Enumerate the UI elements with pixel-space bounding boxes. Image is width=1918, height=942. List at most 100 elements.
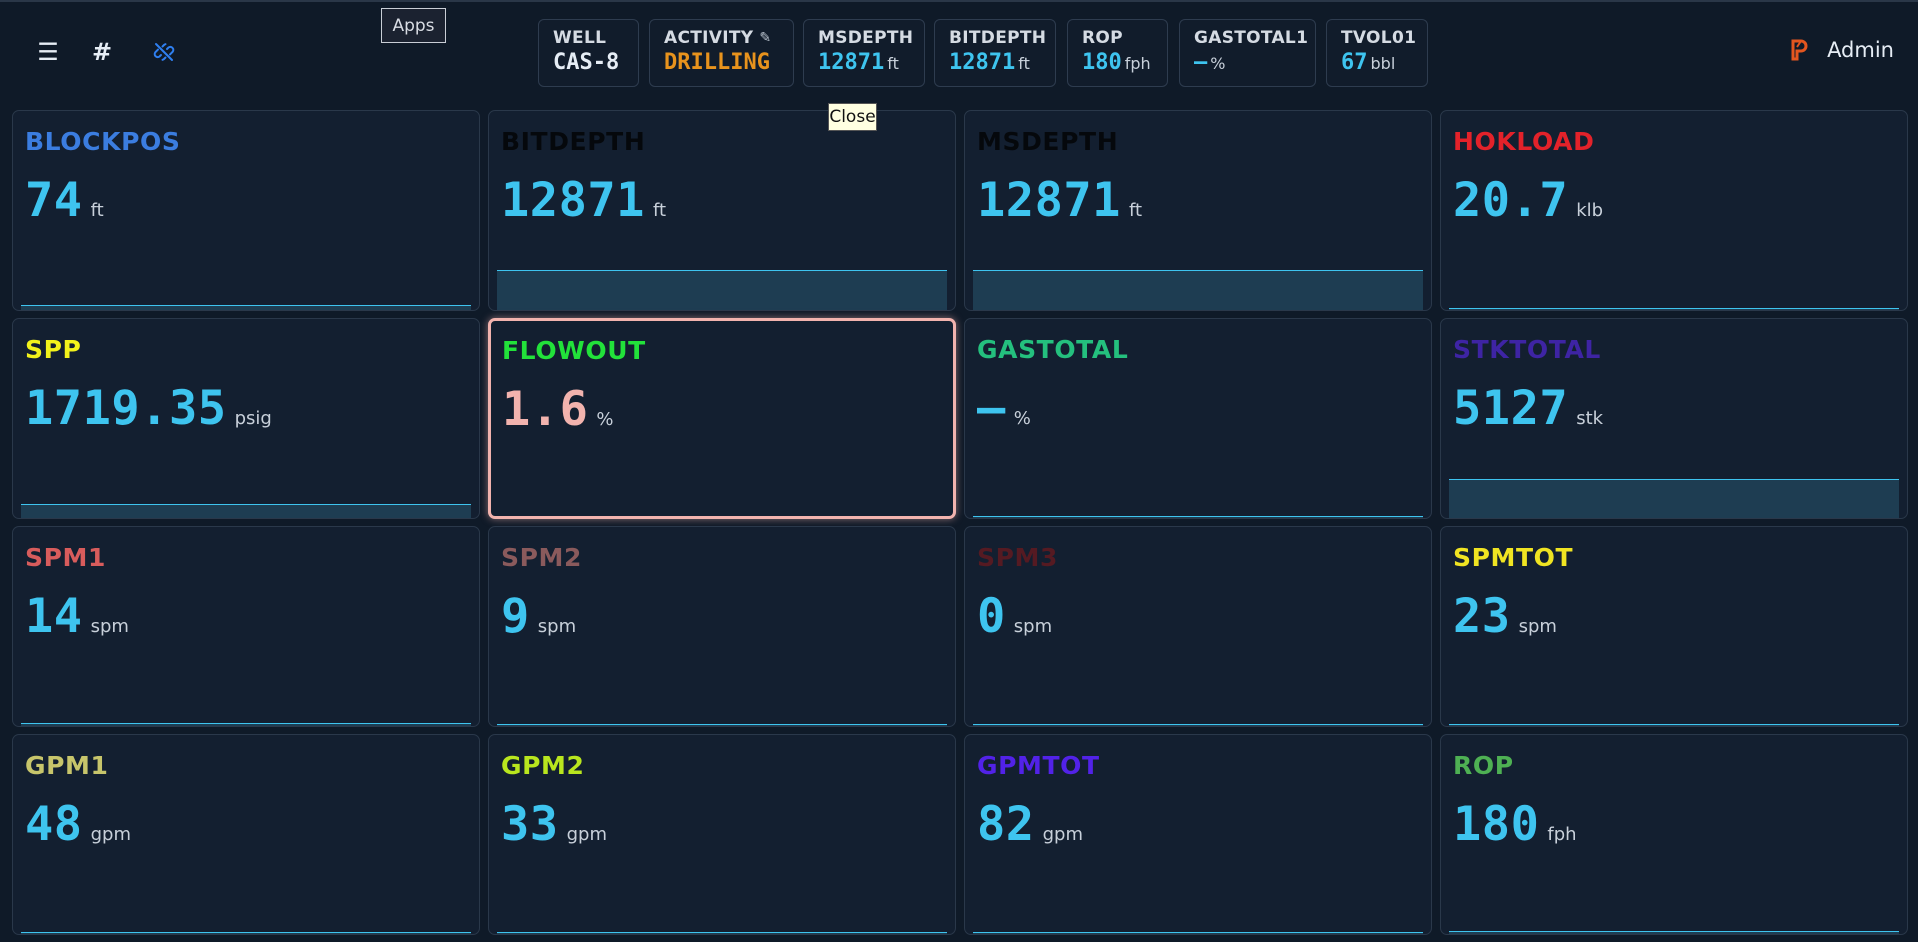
- tile-name: STKTOTAL: [1453, 335, 1601, 364]
- tile-reading: 82 gpm: [977, 797, 1083, 852]
- close-tooltip: Close: [828, 103, 877, 131]
- chip-gastotal1: GASTOTAL1–%: [1179, 19, 1316, 87]
- gauge-tile-gpmtot[interactable]: GPMTOT 82 gpm: [964, 734, 1432, 935]
- top-bar: ☰ # Apps WELL CAS-8 ACTIVITY ✎ DRILLING MSDEP…: [0, 0, 1918, 98]
- chip-value: 12871 ft: [818, 50, 924, 75]
- tile-trend-bar: [497, 932, 947, 934]
- chip-value-text: 12871: [949, 50, 1016, 75]
- tile-value: –: [977, 381, 1006, 436]
- tile-trend-bar: [21, 723, 471, 726]
- tile-value: 5127: [1453, 381, 1569, 436]
- tile-unit: spm: [90, 616, 129, 637]
- chip-tvol01: TVOL01 67 bbl: [1326, 19, 1428, 87]
- tile-unit: psig: [234, 408, 272, 429]
- chip-well: WELL CAS-8: [538, 19, 639, 87]
- tile-unit: %: [596, 409, 614, 430]
- chip-value-text: DRILLING: [664, 50, 770, 75]
- tile-name: MSDEPTH: [977, 127, 1119, 156]
- chip-unit: ft: [1018, 54, 1030, 73]
- pencil-icon[interactable]: ✎: [759, 30, 771, 46]
- gauge-grid: BLOCKPOS 74 ft BITDEPTH 12871 ft MSDEPTH 12871 f…: [12, 110, 1908, 936]
- gauge-tile-spp[interactable]: SPP 1719.35 psig: [12, 318, 480, 519]
- gauge-tile-spmtot[interactable]: SPMTOT 23 spm: [1440, 526, 1908, 727]
- tile-reading: 14 spm: [25, 589, 129, 644]
- tile-reading: 48 gpm: [25, 797, 131, 852]
- tile-trend-bar: [1449, 724, 1899, 726]
- chip-activity[interactable]: ACTIVITY ✎ DRILLING: [649, 19, 794, 87]
- tile-name: BITDEPTH: [501, 127, 646, 156]
- chip-unit: ft: [887, 54, 899, 73]
- tile-reading: 1719.35 psig: [25, 381, 272, 436]
- gauge-tile-spm1[interactable]: SPM1 14 spm: [12, 526, 480, 727]
- gauge-tile-spm3[interactable]: SPM3 0 spm: [964, 526, 1432, 727]
- chip-value: 180 fph: [1082, 50, 1167, 75]
- apps-tooltip: Apps: [381, 8, 446, 43]
- gauge-tile-rop[interactable]: ROP 180 fph: [1440, 734, 1908, 935]
- tile-trend-bar: [973, 932, 1423, 934]
- tile-trend-bar: [1449, 479, 1899, 518]
- tile-trend-bar: [973, 270, 1423, 310]
- tile-unit: gpm: [90, 824, 131, 845]
- tile-unit: fph: [1547, 824, 1577, 845]
- tile-name: GPMTOT: [977, 751, 1100, 780]
- gauge-tile-flowout[interactable]: FLOWOUT 1.6%: [488, 318, 956, 519]
- tile-value: 12871: [501, 173, 645, 228]
- tile-trend-bar: [1449, 931, 1899, 934]
- tile-unit: spm: [1013, 616, 1053, 637]
- chip-label: BITDEPTH: [949, 28, 1055, 48]
- tile-value: 23: [1453, 589, 1511, 644]
- tile-name: SPM2: [501, 543, 583, 572]
- chip-unit: %: [1210, 54, 1226, 73]
- tile-reading: 33 gpm: [501, 797, 607, 852]
- tile-name: FLOWOUT: [502, 336, 646, 365]
- tile-name: GPM2: [501, 751, 585, 780]
- chip-label: GASTOTAL1: [1194, 28, 1315, 48]
- chip-unit: fph: [1124, 54, 1151, 73]
- tile-unit: ft: [1128, 200, 1143, 221]
- chip-value: DRILLING: [664, 50, 793, 75]
- chip-label-text: BITDEPTH: [949, 28, 1047, 48]
- tile-value: 14: [25, 589, 83, 644]
- tile-value: 1.6: [502, 382, 589, 437]
- tile-value: 0: [977, 589, 1006, 644]
- chip-value: –%: [1194, 50, 1315, 75]
- chip-label-text: ROP: [1082, 28, 1123, 48]
- chip-label-text: WELL: [553, 28, 607, 48]
- tile-value: 1719.35: [25, 381, 227, 436]
- tile-name: GPM1: [25, 751, 109, 780]
- tile-value: 82: [977, 797, 1035, 852]
- tile-unit: %: [1013, 408, 1031, 429]
- menu-icon[interactable]: ☰: [34, 38, 62, 66]
- gauge-tile-hokload[interactable]: HOKLOAD 20.7 klb: [1440, 110, 1908, 311]
- tile-trend-bar: [1449, 308, 1899, 310]
- link-off-icon[interactable]: [150, 38, 178, 66]
- tile-reading: 180 fph: [1453, 797, 1577, 852]
- gauge-tile-spm2[interactable]: SPM2 9 spm: [488, 526, 956, 727]
- chip-rop: ROP 180 fph: [1067, 19, 1168, 87]
- tile-reading: –%: [977, 381, 1031, 436]
- gauge-tile-blockpos[interactable]: BLOCKPOS 74 ft: [12, 110, 480, 311]
- gauge-tile-gpm1[interactable]: GPM1 48 gpm: [12, 734, 480, 935]
- tile-unit: stk: [1576, 408, 1604, 429]
- chip-msdepth: MSDEPTH 12871 ft: [803, 19, 925, 87]
- gauge-tile-gastotal[interactable]: GASTOTAL –%: [964, 318, 1432, 519]
- gauge-tile-gpm2[interactable]: GPM2 33 gpm: [488, 734, 956, 935]
- tile-trend-bar: [973, 516, 1423, 518]
- hash-icon[interactable]: #: [88, 38, 116, 66]
- chip-label: WELL: [553, 28, 638, 48]
- user-menu[interactable]: Admin: [1789, 38, 1894, 62]
- tile-trend-bar: [21, 305, 471, 310]
- tile-name: SPMTOT: [1453, 543, 1574, 572]
- gauge-tile-msdepth[interactable]: MSDEPTH 12871 ft: [964, 110, 1432, 311]
- chip-label-text: ACTIVITY: [664, 28, 754, 48]
- tile-reading: 12871 ft: [977, 173, 1142, 228]
- tile-name: SPP: [25, 335, 82, 364]
- tile-reading: 20.7 klb: [1453, 173, 1603, 228]
- chip-value-text: CAS-8: [553, 50, 620, 75]
- gauge-tile-bitdepth[interactable]: BITDEPTH 12871 ft: [488, 110, 956, 311]
- tile-unit: ft: [90, 200, 104, 221]
- chip-value-text: –: [1194, 50, 1208, 75]
- tile-value: 12871: [977, 173, 1121, 228]
- tile-trend-bar: [21, 932, 471, 934]
- gauge-tile-stktotal[interactable]: STKTOTAL 5127 stk: [1440, 318, 1908, 519]
